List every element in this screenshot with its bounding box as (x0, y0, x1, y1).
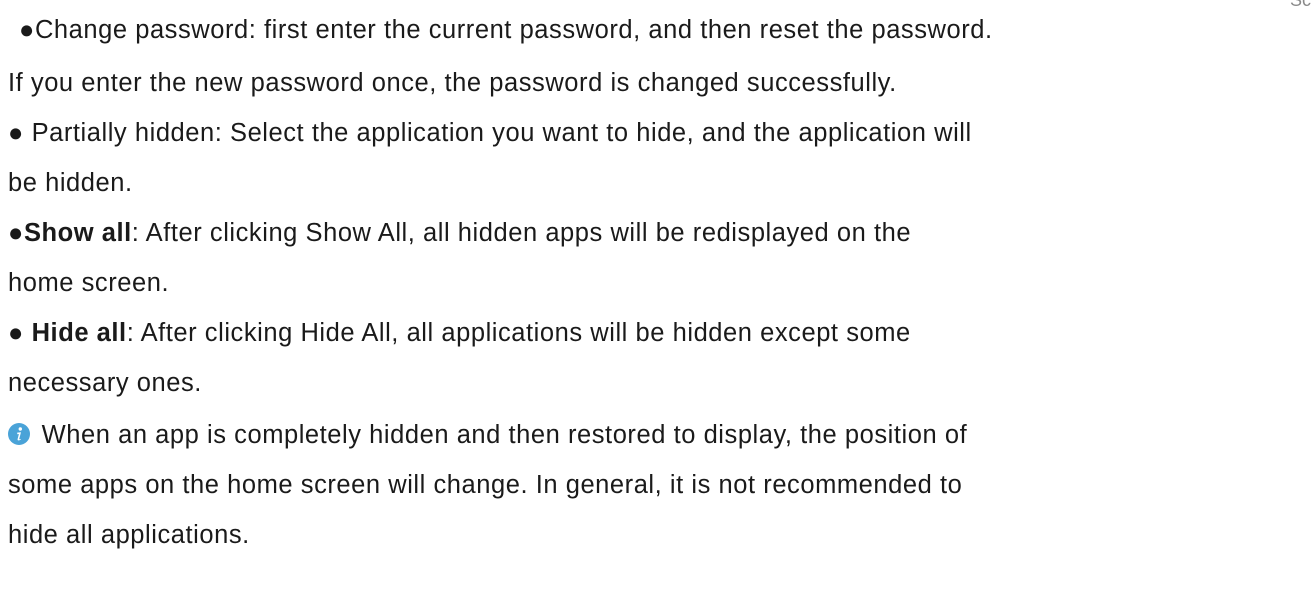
show-all-line-2: home screen. (8, 269, 170, 297)
partially-hidden-line-2: be hidden. (8, 169, 133, 197)
change-password-line-2: If you enter the new password once, the … (8, 69, 897, 97)
info-icon (8, 423, 30, 445)
hide-all-bullet: ● (8, 319, 32, 347)
note-line-3: hide all applications. (8, 521, 250, 549)
note-line-2: some apps on the home screen will change… (8, 471, 963, 499)
show-all-line-1: ●Show all: After clicking Show All, all … (8, 215, 911, 251)
partially-hidden-line-1: ● Partially hidden: Select the applicati… (8, 119, 972, 147)
hide-all-term: Hide all (31, 319, 127, 347)
note-line-1: When an app is completely hidden and the… (8, 417, 967, 453)
show-all-term: Show all (23, 219, 132, 247)
hide-all-line-1: ● Hide all: After clicking Hide All, all… (8, 315, 911, 351)
hide-all-description: : After clicking Hide All, all applicati… (126, 319, 911, 347)
change-password-line-1: ●Change password: first enter the curren… (19, 16, 993, 44)
show-all-description: : After clicking Show All, all hidden ap… (131, 219, 912, 247)
show-all-bullet: ● (8, 219, 24, 247)
page-corner-text: Sc (1289, 0, 1311, 10)
document-page: Sc ●Change password: first enter the cur… (0, 0, 1311, 591)
note-text-line-1: When an app is completely hidden and the… (34, 421, 968, 449)
hide-all-line-2: necessary ones. (8, 369, 202, 397)
